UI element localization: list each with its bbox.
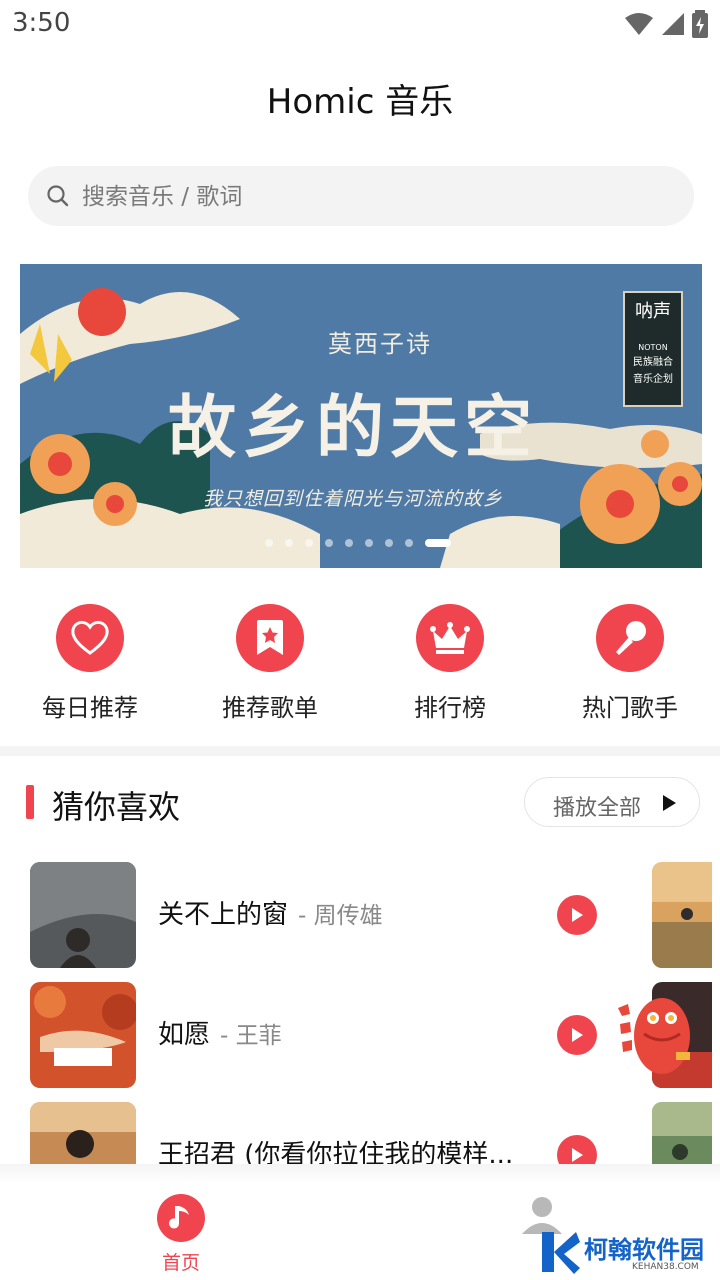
song-row[interactable]: 如愿 - 王菲 (0, 982, 720, 1088)
song-title: 关不上的窗 (158, 900, 289, 930)
section-title: 猜你喜欢 (52, 788, 181, 826)
nav-label: 每日推荐 (42, 694, 138, 722)
badge-line1: 民族融合 (633, 357, 673, 368)
section-accent-bar (26, 785, 34, 819)
carousel-dot[interactable] (365, 539, 373, 547)
banner-tagline: 我只想回到住着阳光与河流的故乡 (202, 488, 503, 510)
song-title-line: 王招君 (你看你拉住我的模样... (158, 1134, 513, 1164)
search-icon (47, 185, 69, 207)
tab-home[interactable]: 首页 (131, 1194, 231, 1275)
status-time: 3:50 (12, 8, 71, 38)
song-title-line: 如愿 - 王菲 (158, 1014, 282, 1051)
song-title: 王招君 (你看你拉住我的模样... (158, 1140, 514, 1164)
song-row[interactable]: 关不上的窗 - 周传雄 (0, 862, 720, 968)
red-envelope-mascot-icon[interactable] (614, 984, 696, 1080)
battery-icon (692, 10, 708, 38)
banner-title: 故乡的天空 (167, 388, 538, 468)
list-shadow (0, 1164, 720, 1184)
carousel-dot[interactable] (345, 539, 353, 547)
watermark-logo: 柯翰软件园 KEHAN38.COM (540, 1228, 710, 1278)
play-icon (572, 908, 583, 922)
carousel-dot[interactable] (385, 539, 393, 547)
song-title-line: 关不上的窗 - 周传雄 (158, 894, 383, 931)
song-row[interactable]: 王招君 (你看你拉住我的模样... (0, 1102, 720, 1164)
banner-badge: 呐声 NOTON 民族融合 音乐企划 (623, 291, 683, 407)
peek-album-cover[interactable] (652, 862, 712, 968)
banner-carousel[interactable]: 莫西子诗 故乡的天空 我只想回到住着阳光与河流的故乡 呐声 NOTON 民族融合… (20, 264, 702, 568)
k-logo-icon (542, 1232, 580, 1274)
play-all-label: 播放全部 (553, 796, 642, 821)
carousel-dot[interactable] (285, 539, 293, 547)
microphone-icon (616, 621, 646, 655)
status-bar: 3:50 (0, 0, 720, 50)
watermark-text: 柯翰软件园 (584, 1236, 704, 1264)
album-cover (30, 862, 136, 968)
nav-daily-recommend[interactable]: 每日推荐 (0, 604, 180, 723)
carousel-dot[interactable] (405, 539, 413, 547)
play-icon (572, 1028, 583, 1042)
play-triangle-icon (663, 795, 676, 811)
app-title: Homic 音乐 (266, 82, 454, 122)
search-bar[interactable] (28, 166, 694, 228)
song-title: 如愿 (158, 1020, 211, 1050)
search-input[interactable] (80, 166, 674, 228)
carousel-indicator (265, 539, 451, 547)
carousel-dot[interactable] (265, 539, 273, 547)
music-note-icon (169, 1206, 189, 1229)
wifi-icon (625, 13, 653, 35)
quick-nav: 每日推荐 推荐歌单 排行榜 热门歌手 (0, 604, 720, 724)
crown-icon (430, 622, 470, 654)
badge-logo: NOTON (638, 343, 668, 352)
signal-icon (662, 13, 684, 35)
play-all-button[interactable]: 播放全部 (524, 777, 700, 827)
nav-hot-singers[interactable]: 热门歌手 (540, 604, 720, 723)
song-artist: - 周传雄 (298, 903, 383, 929)
heart-icon (71, 620, 109, 655)
nav-charts[interactable]: 排行榜 (360, 604, 540, 723)
play-icon (572, 1148, 583, 1162)
carousel-dot-active[interactable] (425, 539, 451, 547)
nav-label: 热门歌手 (582, 694, 678, 722)
album-cover (30, 1102, 136, 1164)
tab-home-label: 首页 (161, 1252, 200, 1274)
carousel-dot[interactable] (305, 539, 313, 547)
badge-line2: 音乐企划 (633, 374, 673, 385)
banner-subtitle: 莫西子诗 (328, 330, 432, 358)
nav-recommended-playlists[interactable]: 推荐歌单 (180, 604, 360, 723)
album-cover (30, 982, 136, 1088)
peek-album-cover[interactable] (652, 1102, 712, 1164)
carousel-dot[interactable] (325, 539, 333, 547)
watermark-subtext: KEHAN38.COM (632, 1262, 699, 1272)
badge-title: 呐声 (635, 301, 671, 322)
song-play-button[interactable] (557, 1015, 597, 1055)
nav-label: 推荐歌单 (222, 694, 318, 722)
section-divider (0, 746, 720, 756)
song-list: 关不上的窗 - 周传雄 如愿 - 王菲 王招君 (你看你拉住我的模样... (0, 862, 720, 1164)
song-play-button[interactable] (557, 1135, 597, 1164)
bookmark-star-icon (257, 620, 283, 655)
status-icons (624, 10, 708, 38)
song-artist: - 王菲 (220, 1023, 282, 1049)
song-play-button[interactable] (557, 895, 597, 935)
nav-label: 排行榜 (414, 694, 486, 722)
